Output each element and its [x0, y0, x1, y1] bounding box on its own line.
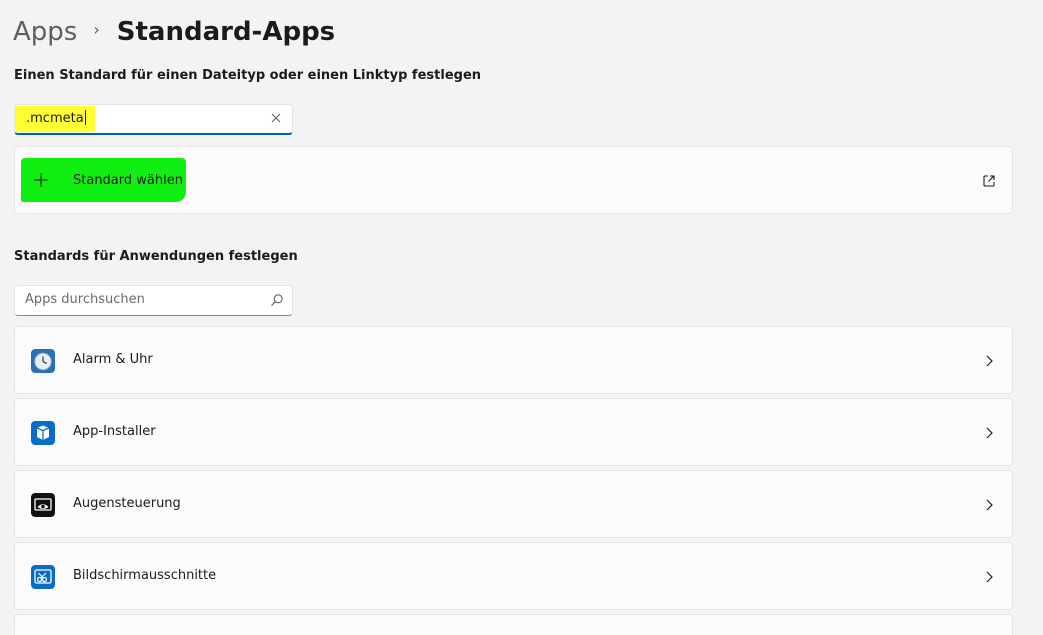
app-row-app-installer[interactable]: App-Installer	[14, 398, 1013, 466]
chevron-right-icon	[986, 427, 993, 439]
chevron-right-icon	[986, 499, 993, 511]
search-apps-input[interactable]: Apps durchsuchen	[14, 285, 293, 316]
box-icon	[31, 421, 55, 445]
app-row-bildschirmausschnitte[interactable]: Bildschirmausschnitte	[14, 542, 1013, 610]
eye-icon	[31, 493, 55, 517]
filetype-section-label: Einen Standard für einen Dateityp oder e…	[14, 68, 482, 83]
choose-default-label: Standard wählen	[73, 173, 183, 188]
choose-default-card[interactable]: Standard wählen	[14, 146, 1013, 214]
app-row-partial[interactable]	[14, 614, 1013, 635]
breadcrumb-apps-link[interactable]: Apps	[13, 14, 77, 50]
app-row-augensteuerung[interactable]: Augensteuerung	[14, 470, 1013, 538]
search-icon	[271, 294, 283, 306]
clear-icon[interactable]	[270, 112, 282, 124]
filetype-input-value: .mcmeta	[15, 106, 95, 132]
chevron-right-icon	[986, 571, 993, 583]
breadcrumb-separator-icon: ›	[93, 20, 100, 39]
app-name: Augensteuerung	[73, 496, 181, 511]
app-name: Bildschirmausschnitte	[73, 568, 217, 583]
open-external-icon	[983, 175, 995, 187]
plus-icon	[34, 173, 48, 187]
filetype-input[interactable]: .mcmeta	[14, 104, 293, 135]
app-name: App-Installer	[73, 424, 156, 439]
app-name: Alarm & Uhr	[73, 352, 153, 367]
app-row-alarm-uhr[interactable]: Alarm & Uhr	[14, 326, 1013, 394]
apps-section-label: Standards für Anwendungen festlegen	[14, 249, 298, 264]
scissors-icon	[31, 565, 55, 589]
page-title: Standard-Apps	[116, 17, 336, 47]
chevron-right-icon	[986, 355, 993, 367]
clock-icon	[31, 349, 55, 373]
search-placeholder: Apps durchsuchen	[25, 292, 145, 307]
breadcrumb: Apps › Standard-Apps	[13, 14, 335, 50]
